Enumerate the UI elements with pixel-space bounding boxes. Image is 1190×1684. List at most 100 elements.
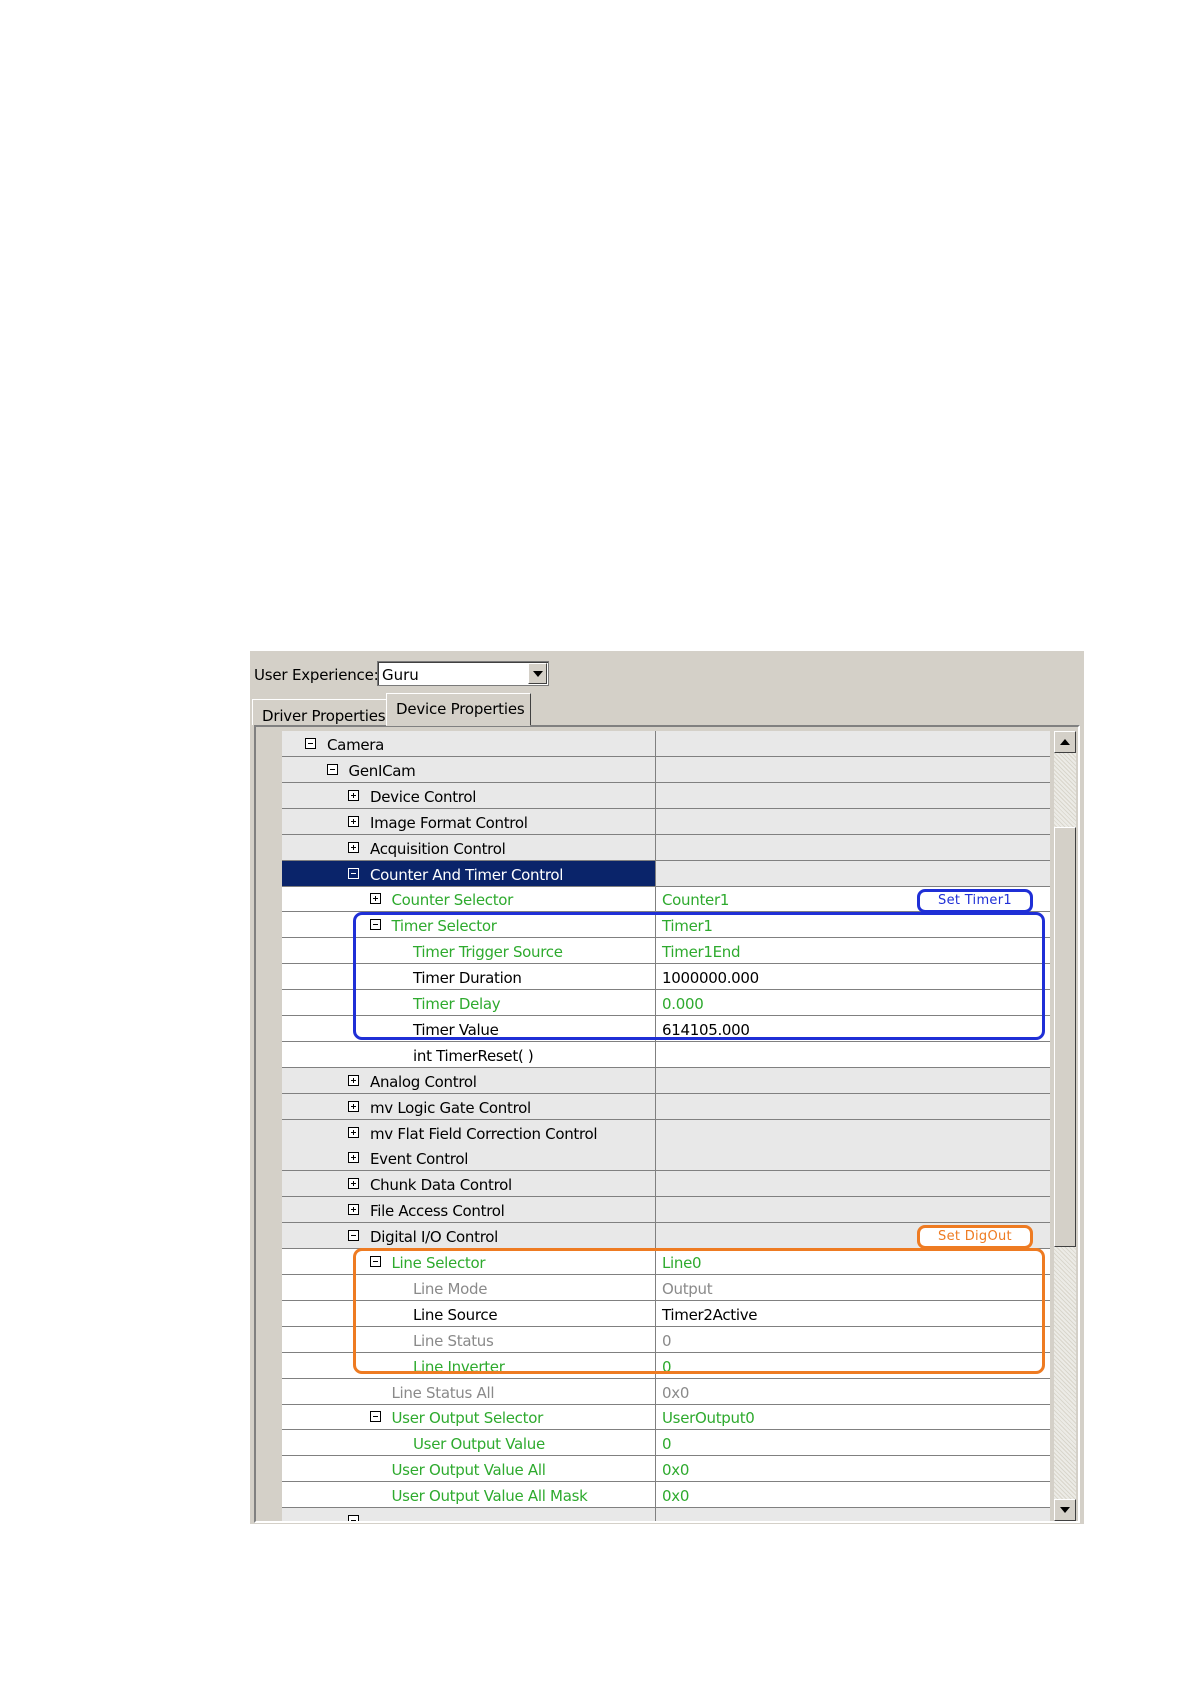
property-value-cell[interactable] bbox=[657, 809, 1050, 834]
expand-plus-icon[interactable] bbox=[348, 815, 359, 827]
property-name-cell[interactable]: Timer Selector bbox=[282, 912, 656, 938]
property-value-cell[interactable] bbox=[657, 731, 1050, 756]
property-row[interactable]: User Output Value All Mask 0x0 bbox=[282, 1482, 1050, 1509]
collapse-minus-icon[interactable] bbox=[305, 738, 316, 749]
category-row[interactable]: File Access Control bbox=[282, 1197, 1050, 1224]
property-name-cell[interactable]: Timer Duration bbox=[282, 964, 656, 990]
property-value-cell[interactable] bbox=[657, 835, 1050, 860]
collapse-minus-icon[interactable] bbox=[369, 1256, 381, 1267]
collapse-minus-icon[interactable] bbox=[348, 1230, 359, 1242]
property-name-cell[interactable]: Line Inverter bbox=[282, 1352, 656, 1378]
property-value-cell[interactable]: UserOutput0 bbox=[657, 1404, 1050, 1429]
property-row[interactable]: Timer Delay 0.000 bbox=[282, 990, 1050, 1016]
expand-plus-icon[interactable] bbox=[369, 893, 381, 905]
property-row[interactable]: int TimerReset( ) bbox=[282, 1041, 1050, 1068]
property-value-cell[interactable]: 0x0 bbox=[657, 1379, 1050, 1404]
property-name-cell[interactable]: Device Control bbox=[282, 782, 656, 808]
property-name-cell[interactable]: mv Flat Field Correction Control bbox=[282, 1119, 656, 1145]
property-value-cell[interactable] bbox=[657, 1508, 1050, 1521]
expand-plus-icon[interactable] bbox=[348, 1074, 359, 1086]
property-value-cell[interactable]: Timer2Active bbox=[657, 1301, 1050, 1326]
property-name-cell[interactable]: Chunk Data Control bbox=[282, 1171, 656, 1197]
property-value-cell[interactable] bbox=[657, 1197, 1050, 1222]
category-row[interactable]: Analog Control bbox=[282, 1067, 1050, 1094]
property-name-cell[interactable]: Timer Delay bbox=[282, 990, 656, 1015]
property-name-cell[interactable]: Line Status All bbox=[282, 1378, 656, 1404]
collapse-minus-icon[interactable] bbox=[348, 1515, 359, 1521]
property-name-cell[interactable]: mv Logic Gate Control bbox=[282, 1093, 656, 1119]
property-value-cell[interactable]: 1000000.000 bbox=[657, 964, 1050, 989]
property-name-cell[interactable]: Timer Value bbox=[282, 1015, 656, 1041]
property-row[interactable]: Line Source Timer2Active bbox=[282, 1300, 1050, 1327]
property-name-cell[interactable]: Timer Trigger Source bbox=[282, 938, 656, 964]
category-row[interactable]: GenICam bbox=[282, 756, 1050, 783]
property-value-cell[interactable] bbox=[657, 1145, 1050, 1170]
property-name-cell[interactable]: User Output Value All bbox=[282, 1456, 656, 1482]
property-row[interactable]: User Output Selector UserOutput0 bbox=[282, 1404, 1050, 1431]
expand-plus-icon[interactable] bbox=[348, 1100, 359, 1112]
property-row[interactable]: Timer Value 614105.000 bbox=[282, 1015, 1050, 1042]
expand-plus-icon[interactable] bbox=[348, 1178, 359, 1190]
property-value-cell[interactable] bbox=[657, 757, 1050, 782]
collapse-minus-icon[interactable] bbox=[369, 1411, 381, 1423]
category-row[interactable]: Chunk Data Control bbox=[282, 1171, 1050, 1198]
property-row[interactable]: Timer Selector Timer1 bbox=[282, 912, 1050, 939]
property-row[interactable]: Line Status All 0x0 bbox=[282, 1378, 1050, 1405]
category-row[interactable]: Acquisition Control bbox=[282, 834, 1050, 861]
category-row[interactable]: Device Control bbox=[282, 782, 1050, 809]
property-name-cell[interactable]: Line Selector bbox=[282, 1249, 656, 1274]
property-name-cell[interactable]: Counter And Timer Control bbox=[282, 860, 656, 886]
expand-plus-icon[interactable] bbox=[348, 1204, 359, 1216]
property-row[interactable]: Line Mode Output bbox=[282, 1274, 1050, 1301]
property-row[interactable]: User Output Value 0 bbox=[282, 1430, 1050, 1457]
property-value-cell[interactable]: 0 bbox=[657, 1353, 1050, 1378]
expand-plus-icon[interactable] bbox=[348, 841, 359, 853]
expand-plus-icon[interactable] bbox=[348, 1152, 359, 1164]
property-name-cell[interactable]: Counter Selector bbox=[282, 886, 656, 912]
property-name-cell[interactable]: GenICam bbox=[282, 756, 656, 782]
category-row[interactable]: Image Format Control bbox=[282, 808, 1050, 835]
property-name-cell[interactable]: Line Status bbox=[282, 1326, 656, 1352]
property-name-cell[interactable]: File Access Control bbox=[282, 1197, 656, 1223]
property-value-cell[interactable] bbox=[657, 861, 1050, 886]
category-row[interactable]: mv Flat Field Correction Control bbox=[282, 1119, 1050, 1146]
property-value-cell[interactable] bbox=[657, 1068, 1050, 1093]
property-row[interactable]: Line Selector Line0 bbox=[282, 1249, 1050, 1275]
property-row[interactable]: Timer Trigger Source Timer1End bbox=[282, 938, 1050, 965]
scroll-down-arrow-icon[interactable] bbox=[1054, 1499, 1076, 1521]
tab-device-properties[interactable]: Device Properties bbox=[386, 693, 531, 726]
vertical-scrollbar[interactable] bbox=[1054, 731, 1076, 1521]
category-row[interactable]: Counter And Timer Control bbox=[282, 860, 1050, 887]
user-experience-dropdown[interactable]: Guru bbox=[377, 661, 549, 686]
category-row[interactable] bbox=[282, 1508, 1050, 1521]
scroll-up-arrow-icon[interactable] bbox=[1054, 731, 1076, 753]
property-name-cell[interactable]: Event Control bbox=[282, 1145, 656, 1171]
category-row[interactable]: Camera bbox=[282, 731, 1050, 757]
property-name-cell[interactable]: User Output Value All Mask bbox=[282, 1482, 656, 1508]
scrollbar-thumb[interactable] bbox=[1054, 827, 1076, 1247]
property-name-cell[interactable]: User Output Value bbox=[282, 1430, 656, 1456]
property-name-cell[interactable]: Camera bbox=[282, 731, 656, 756]
property-value-cell[interactable]: 0.000 bbox=[657, 990, 1050, 1015]
property-value-cell[interactable]: 0x0 bbox=[657, 1456, 1050, 1481]
property-name-cell[interactable]: Line Source bbox=[282, 1300, 656, 1326]
property-name-cell[interactable] bbox=[282, 1508, 656, 1521]
property-value-cell[interactable]: Output bbox=[657, 1275, 1050, 1300]
property-value-cell[interactable] bbox=[657, 783, 1050, 808]
property-name-cell[interactable]: Line Mode bbox=[282, 1274, 656, 1300]
property-value-cell[interactable] bbox=[657, 1094, 1050, 1119]
property-name-cell[interactable]: int TimerReset( ) bbox=[282, 1041, 656, 1067]
property-value-cell[interactable] bbox=[657, 1120, 1050, 1145]
property-value-cell[interactable]: Timer1End bbox=[657, 938, 1050, 963]
property-name-cell[interactable]: Digital I/O Control bbox=[282, 1223, 656, 1249]
category-row[interactable]: Event Control bbox=[282, 1145, 1050, 1172]
collapse-minus-icon[interactable] bbox=[326, 763, 338, 775]
property-name-cell[interactable]: Image Format Control bbox=[282, 808, 656, 834]
property-value-cell[interactable]: 0x0 bbox=[657, 1482, 1050, 1507]
property-value-cell[interactable] bbox=[657, 1171, 1050, 1196]
property-name-cell[interactable]: Analog Control bbox=[282, 1067, 656, 1093]
tab-driver-properties[interactable]: Driver Properties bbox=[252, 699, 388, 725]
property-row[interactable]: User Output Value All 0x0 bbox=[282, 1456, 1050, 1483]
property-value-cell[interactable]: 614105.000 bbox=[657, 1016, 1050, 1041]
property-value-cell[interactable]: Line0 bbox=[657, 1249, 1050, 1274]
